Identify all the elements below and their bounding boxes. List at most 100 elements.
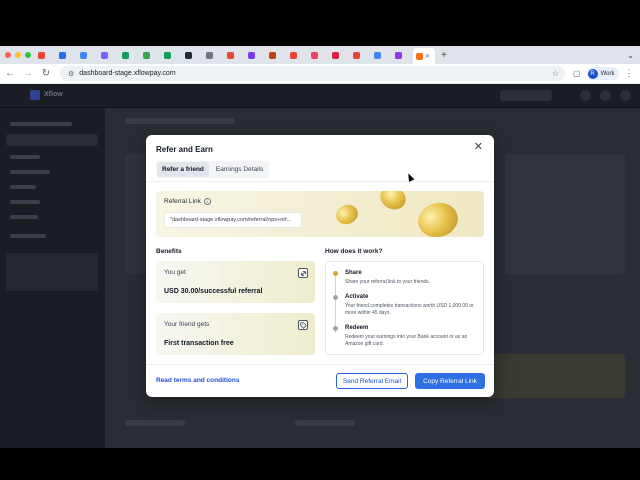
browser-tab[interactable]	[224, 48, 245, 62]
tab-favicon-icon	[227, 51, 234, 59]
close-icon[interactable]: ✕	[474, 142, 483, 153]
browser-menu-icon[interactable]: ⋮	[624, 68, 633, 79]
browser-tabs: ✕	[35, 46, 435, 64]
bookmark-star-icon[interactable]: ☆	[552, 69, 559, 78]
step-description: Redeem your earnings into your Bank acco…	[345, 334, 468, 347]
tab-favicon-icon	[416, 52, 423, 60]
app-sidebar	[0, 108, 104, 448]
tab-favicon-icon	[101, 51, 108, 59]
refer-and-earn-modal: Refer and Earn ✕ Refer a friend Earnings…	[146, 135, 494, 397]
tab-favicon-icon	[248, 51, 255, 59]
tab-favicon-icon	[290, 51, 297, 59]
referral-link-field[interactable]: "dashboard-stage.xflowpay.com/referral/o…	[164, 212, 302, 228]
close-window-icon[interactable]	[5, 52, 11, 58]
sidebar-promo-card	[6, 253, 98, 291]
tab-strip: ✕ + ⌄	[0, 46, 640, 64]
close-tab-icon[interactable]: ✕	[425, 53, 430, 60]
brand-logo-icon	[30, 90, 40, 100]
referral-link-heading: Referral Link i	[164, 198, 211, 205]
info-icon[interactable]: i	[203, 198, 211, 205]
browser-tab[interactable]	[245, 48, 266, 62]
sidebar-line	[10, 170, 50, 174]
link-icon	[298, 268, 308, 278]
browser-tab[interactable]	[287, 48, 308, 62]
tab-favicon-icon	[332, 51, 339, 59]
placeholder-bar	[125, 118, 235, 124]
browser-tab[interactable]	[140, 48, 161, 62]
browser-tab[interactable]	[77, 48, 98, 62]
browser-tab-active[interactable]: ✕	[413, 48, 435, 64]
friend-gets-value: First transaction free	[164, 340, 234, 347]
divider	[146, 181, 494, 182]
browser-tab[interactable]	[350, 48, 371, 62]
browser-tab[interactable]	[119, 48, 140, 62]
send-referral-email-button[interactable]: Send Referral Email	[336, 373, 408, 389]
browser-tab[interactable]	[161, 48, 182, 62]
extensions-icon[interactable]: ▢	[573, 69, 581, 78]
modal-title: Refer and Earn	[156, 145, 213, 154]
notification-icon	[600, 90, 611, 101]
step-active-dot-icon	[332, 271, 338, 276]
browser-tab[interactable]	[329, 48, 350, 62]
address-bar[interactable]: ⚙ dashboard-stage.xflowpay.com ☆	[60, 66, 565, 81]
screen: ✕ + ⌄ ← → ↻ ⚙ dashboard-stage.xflowpay.c…	[0, 0, 640, 480]
copy-referral-link-button[interactable]: Copy Referral Link	[415, 373, 485, 389]
profile-label: Work	[600, 70, 615, 77]
how-it-works-panel: Share Share your referral link to your f…	[325, 261, 484, 355]
placeholder-panel	[505, 154, 625, 274]
you-get-card: You get USD 30.00/successful referral	[156, 261, 315, 303]
browser-toolbar: ← → ↻ ⚙ dashboard-stage.xflowpay.com ☆ ▢…	[0, 64, 640, 84]
browser-tab[interactable]	[371, 48, 392, 62]
sidebar-line	[10, 155, 40, 159]
placeholder-bar	[295, 420, 355, 426]
browser-tab[interactable]	[308, 48, 329, 62]
coin-illustration	[333, 201, 361, 228]
browser-tab[interactable]	[98, 48, 119, 62]
app-header: Xflow	[0, 84, 640, 108]
tab-favicon-icon	[353, 51, 360, 59]
site-info-icon[interactable]: ⚙	[68, 70, 74, 78]
tab-favicon-icon	[395, 51, 402, 59]
tab-search-icon[interactable]: ⌄	[627, 51, 634, 60]
tab-refer-a-friend[interactable]: Refer a friend	[157, 162, 209, 177]
tab-favicon-icon	[59, 51, 66, 59]
coin-illustration	[376, 191, 410, 214]
sidebar-line	[10, 234, 46, 238]
tab-favicon-icon	[185, 51, 192, 59]
forward-icon[interactable]: →	[20, 68, 36, 79]
friend-gets-card: Your friend gets First transaction free	[156, 313, 315, 355]
url-text: dashboard-stage.xflowpay.com	[79, 70, 176, 77]
profile-button[interactable]: R Work	[586, 67, 620, 80]
sidebar-line	[10, 200, 40, 204]
how-it-works-heading: How does it work?	[325, 248, 383, 255]
browser-tab[interactable]	[392, 48, 413, 62]
browser-tab[interactable]	[266, 48, 287, 62]
maximize-window-icon[interactable]	[25, 52, 31, 58]
referral-link-label: Referral Link	[164, 198, 201, 205]
sidebar-active-item	[6, 134, 98, 146]
sidebar-line	[10, 122, 72, 126]
back-icon[interactable]: ←	[2, 68, 18, 79]
terms-link[interactable]: Read terms and conditions	[156, 377, 239, 384]
step-title: Activate	[345, 294, 369, 300]
reload-icon[interactable]: ↻	[38, 68, 54, 79]
step-dot-icon	[332, 295, 338, 300]
browser-tab[interactable]	[35, 48, 56, 62]
tab-earnings-details[interactable]: Earnings Details	[211, 162, 268, 177]
step-title: Share	[345, 270, 362, 276]
avatar: R	[587, 68, 598, 79]
tab-favicon-icon	[269, 51, 276, 59]
browser-tab[interactable]	[56, 48, 77, 62]
benefits-heading: Benefits	[156, 248, 182, 255]
browser-tab[interactable]	[203, 48, 224, 62]
coin-illustration	[414, 198, 462, 237]
referral-link-panel: Referral Link i "dashboard-stage.xflowpa…	[156, 191, 484, 237]
browser-tab[interactable]	[182, 48, 203, 62]
minimize-window-icon[interactable]	[15, 52, 21, 58]
tab-favicon-icon	[38, 51, 45, 59]
account-icon	[620, 90, 631, 101]
step-description: Share your referral link to your friends…	[345, 279, 431, 285]
step-dot-icon	[332, 326, 338, 331]
new-tab-button[interactable]: +	[441, 50, 447, 61]
window-controls	[5, 52, 31, 58]
